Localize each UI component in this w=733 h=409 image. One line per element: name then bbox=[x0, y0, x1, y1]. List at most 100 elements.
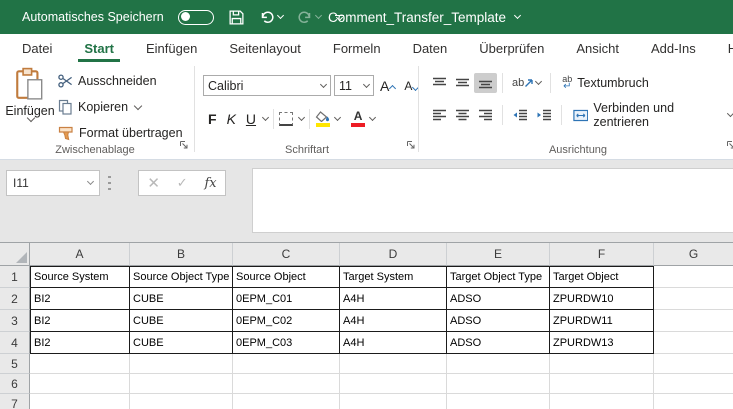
tab-ansicht[interactable]: Ansicht bbox=[560, 34, 635, 62]
cell[interactable]: CUBE bbox=[130, 332, 233, 354]
cell[interactable]: BI2 bbox=[30, 332, 130, 354]
cell[interactable]: Target Object bbox=[550, 266, 654, 288]
cell[interactable]: BI2 bbox=[30, 288, 130, 310]
cell[interactable] bbox=[30, 374, 130, 394]
bold-button[interactable]: F bbox=[203, 111, 222, 127]
column-header-b[interactable]: B bbox=[130, 243, 233, 266]
cell[interactable] bbox=[233, 374, 340, 394]
select-all-corner[interactable] bbox=[0, 243, 30, 266]
cell[interactable]: 0EPM_C01 bbox=[233, 288, 340, 310]
cell[interactable]: ADSO bbox=[447, 310, 550, 332]
row-header-1[interactable]: 1 bbox=[0, 266, 30, 288]
align-left-button[interactable] bbox=[428, 105, 451, 125]
decrease-indent-button[interactable] bbox=[508, 105, 532, 125]
row-header-2[interactable]: 2 bbox=[0, 288, 30, 310]
underline-button[interactable]: U bbox=[241, 111, 261, 127]
font-color-dropdown-icon[interactable] bbox=[369, 114, 376, 121]
cell[interactable] bbox=[340, 354, 447, 374]
cell[interactable] bbox=[654, 266, 733, 288]
cell[interactable]: Target System bbox=[340, 266, 447, 288]
cell[interactable] bbox=[340, 394, 447, 409]
formula-bar-input[interactable] bbox=[252, 168, 733, 233]
cancel-button[interactable]: ✕ bbox=[147, 174, 160, 192]
name-box-dropdown-icon[interactable] bbox=[87, 178, 94, 185]
cell[interactable]: CUBE bbox=[130, 310, 233, 332]
cell[interactable]: ZPURDW13 bbox=[550, 332, 654, 354]
cell[interactable] bbox=[30, 394, 130, 409]
cell[interactable]: 0EPM_C02 bbox=[233, 310, 340, 332]
paste-button[interactable]: Einfügen bbox=[7, 67, 53, 146]
font-size-select[interactable]: 11 bbox=[334, 75, 374, 96]
cell[interactable] bbox=[550, 394, 654, 409]
cell[interactable]: ZPURDW10 bbox=[550, 288, 654, 310]
cell[interactable] bbox=[233, 394, 340, 409]
align-right-button[interactable] bbox=[474, 105, 497, 125]
column-header-c[interactable]: C bbox=[233, 243, 340, 266]
align-center-button[interactable] bbox=[451, 105, 474, 125]
cell[interactable] bbox=[550, 374, 654, 394]
column-header-d[interactable]: D bbox=[340, 243, 447, 266]
tab-seitenlayout[interactable]: Seitenlayout bbox=[213, 34, 317, 62]
cell[interactable] bbox=[447, 354, 550, 374]
tab-daten[interactable]: Daten bbox=[397, 34, 464, 62]
column-header-a[interactable]: A bbox=[30, 243, 130, 266]
cell[interactable] bbox=[654, 354, 733, 374]
fill-color-button[interactable] bbox=[315, 111, 330, 127]
cell[interactable] bbox=[233, 354, 340, 374]
cell[interactable]: A4H bbox=[340, 288, 447, 310]
title-dropdown-icon[interactable] bbox=[514, 12, 521, 19]
copy-dropdown-icon[interactable] bbox=[134, 101, 142, 109]
undo-dropdown-icon[interactable] bbox=[277, 12, 284, 19]
increase-indent-button[interactable] bbox=[532, 105, 556, 125]
row-header-5[interactable]: 5 bbox=[0, 354, 30, 374]
font-color-button[interactable]: A bbox=[351, 111, 365, 127]
redo-dropdown-icon[interactable] bbox=[315, 12, 322, 19]
tab-add-ins[interactable]: Add-Ins bbox=[635, 34, 712, 62]
tab--berpr-fen[interactable]: Überprüfen bbox=[463, 34, 560, 62]
merge-dropdown-icon[interactable] bbox=[727, 110, 733, 117]
alignment-dialog-launcher[interactable] bbox=[726, 137, 733, 155]
cell[interactable] bbox=[447, 394, 550, 409]
cell[interactable] bbox=[30, 354, 130, 374]
cell[interactable] bbox=[130, 374, 233, 394]
italic-button[interactable]: K bbox=[222, 111, 241, 127]
wrap-text-button[interactable]: ab ↵ Textumbruch bbox=[562, 75, 649, 91]
tab-hilfe[interactable]: Hilfe bbox=[712, 34, 733, 62]
autosave-toggle[interactable] bbox=[178, 10, 214, 25]
cell[interactable] bbox=[447, 374, 550, 394]
cell[interactable]: A4H bbox=[340, 332, 447, 354]
align-middle-button[interactable] bbox=[451, 73, 474, 93]
column-header-f[interactable]: F bbox=[550, 243, 654, 266]
undo-button[interactable] bbox=[259, 9, 283, 25]
cell[interactable] bbox=[130, 394, 233, 409]
cell[interactable] bbox=[654, 374, 733, 394]
document-title[interactable]: Comment_Transfer_Template bbox=[328, 10, 520, 25]
font-name-select[interactable]: Calibri bbox=[203, 75, 331, 96]
cell[interactable] bbox=[340, 374, 447, 394]
cell[interactable]: A4H bbox=[340, 310, 447, 332]
cell[interactable]: Source Object bbox=[233, 266, 340, 288]
cell[interactable]: ZPURDW11 bbox=[550, 310, 654, 332]
cell[interactable]: Source System bbox=[30, 266, 130, 288]
cell[interactable] bbox=[654, 394, 733, 409]
font-dialog-launcher[interactable] bbox=[406, 137, 416, 155]
cell[interactable]: Source Object Type bbox=[130, 266, 233, 288]
underline-dropdown-icon[interactable] bbox=[262, 114, 269, 121]
cell[interactable] bbox=[654, 288, 733, 310]
cell[interactable] bbox=[130, 354, 233, 374]
save-icon[interactable] bbox=[228, 9, 245, 26]
row-header-6[interactable]: 6 bbox=[0, 374, 30, 394]
cell[interactable]: ADSO bbox=[447, 288, 550, 310]
cell[interactable] bbox=[654, 310, 733, 332]
redo-button[interactable] bbox=[297, 9, 321, 25]
cut-button[interactable]: Ausschneiden bbox=[58, 70, 183, 92]
row-header-3[interactable]: 3 bbox=[0, 310, 30, 332]
cell[interactable]: BI2 bbox=[30, 310, 130, 332]
row-header-7[interactable]: 7 bbox=[0, 394, 30, 409]
tab-einf-gen[interactable]: Einfügen bbox=[130, 34, 213, 62]
cell[interactable]: Target Object Type bbox=[447, 266, 550, 288]
insert-function-button[interactable]: fx bbox=[204, 176, 216, 191]
align-bottom-button[interactable] bbox=[474, 73, 497, 93]
copy-button[interactable]: Kopieren bbox=[58, 96, 183, 118]
row-header-4[interactable]: 4 bbox=[0, 332, 30, 354]
